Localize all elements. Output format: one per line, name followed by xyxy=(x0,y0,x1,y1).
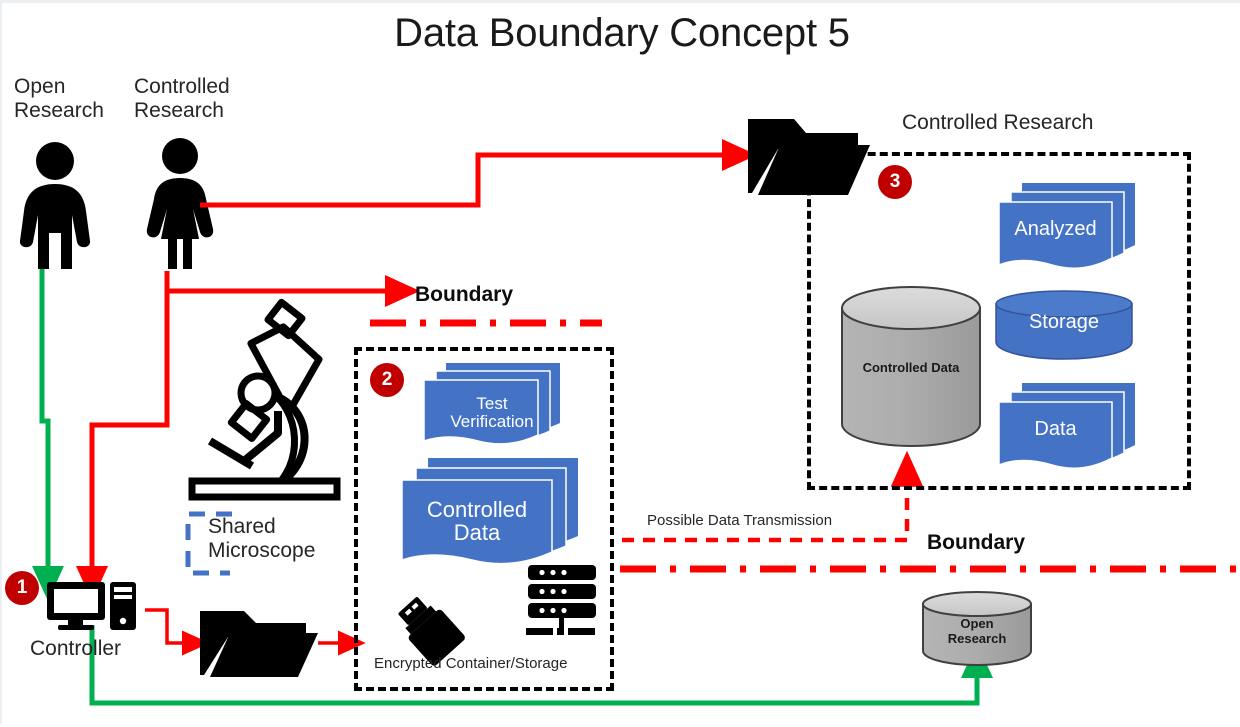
open-research-cyl-line2: Research xyxy=(947,630,1007,646)
shared-microscope-label-line2: Microscope xyxy=(208,538,316,562)
open-research-cyl-line1: Open xyxy=(960,616,994,631)
test-verification-docs: Test Verification xyxy=(422,363,562,448)
controlled-data-cylinder-label: Controlled Data xyxy=(862,360,960,375)
test-verification-line2: Verification xyxy=(450,411,534,431)
controlled-data-docs-label: Controlled Data xyxy=(402,498,552,544)
red-flow-controller-to-folder xyxy=(145,608,210,656)
storage-cylinder: Storage xyxy=(994,290,1134,362)
diagram-canvas: Data Boundary Concept 5 Open Research Co… xyxy=(0,0,1240,724)
controlled-research-zone-label: Controlled Research xyxy=(902,111,1094,134)
controlled-data-docs: Controlled Data xyxy=(400,458,580,568)
storage-cylinder-label: Storage xyxy=(1028,311,1100,333)
open-research-cylinder-label: Open Research xyxy=(921,616,1033,647)
server-rack-icon xyxy=(526,565,596,635)
green-flow-open-to-controller xyxy=(32,269,65,601)
encrypted-container-label: Encrypted Container/Storage xyxy=(374,655,568,672)
test-verification-docs-label: Test Verification xyxy=(422,395,562,431)
microscope-icon xyxy=(188,298,341,501)
step-marker-2: 2 xyxy=(370,363,404,397)
open-research-cylinder: Open Research xyxy=(921,591,1033,669)
red-flow-to-boundary-label xyxy=(164,271,420,307)
controller-label: Controller xyxy=(30,637,122,660)
red-flow-controlled-to-remote-folder xyxy=(200,138,757,208)
analyzed-docs-label: Analyzed xyxy=(1014,218,1097,240)
analyzed-docs: Analyzed xyxy=(997,183,1137,273)
step-marker-1: 1 xyxy=(5,571,39,605)
local-folder-icon xyxy=(200,611,318,677)
controlled-data-cylinder: Controlled Data xyxy=(840,286,982,447)
possible-data-transmission-label: Possible Data Transmission xyxy=(647,512,833,529)
boundary-label-right: Boundary xyxy=(927,531,1026,554)
data-docs-label: Data xyxy=(1034,418,1077,440)
usb-drive-icon xyxy=(398,597,465,666)
shared-microscope-label-line1: Shared xyxy=(208,515,276,538)
red-flow-controlled-to-controller xyxy=(76,271,170,601)
test-verification-line1: Test xyxy=(476,394,508,413)
controlled-data-line1: Controlled xyxy=(426,497,528,522)
controlled-data-line2: Data xyxy=(453,520,501,546)
shared-microscope-label: Shared Microscope xyxy=(208,515,348,562)
data-docs: Data xyxy=(997,383,1137,473)
boundary-label-mid: Boundary xyxy=(415,283,514,306)
controller-computer-icon xyxy=(47,582,136,630)
